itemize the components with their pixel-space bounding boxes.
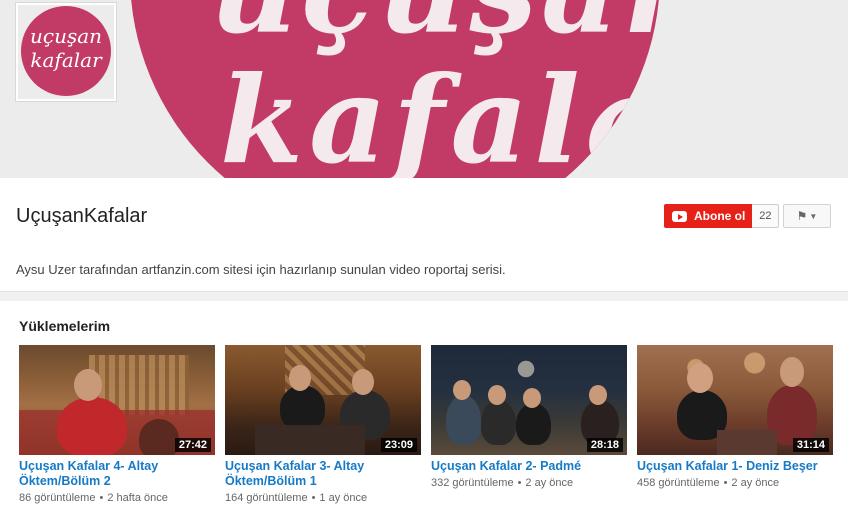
uploads-section: Yüklemelerim 27:42 Uçuşan Kafalar 4- Alt…: [0, 301, 848, 518]
upload-age: 2 ay önce: [731, 477, 780, 489]
channel-title[interactable]: UçuşanKafalar: [16, 205, 147, 228]
video-meta: 86 görüntüleme • 2 hafta önce: [19, 492, 215, 504]
meta-separator: •: [723, 477, 728, 489]
video-thumbnail[interactable]: 23:09: [225, 345, 421, 455]
subscribe-button[interactable]: Abone ol: [664, 204, 753, 228]
channel-header: UçuşanKafalar Abone ol 22 ⚑ ▼ Aysu Uzer …: [0, 178, 848, 292]
video-title-link[interactable]: Uçuşan Kafalar 1- Deniz Beşer: [637, 459, 833, 474]
video-title-link[interactable]: Uçuşan Kafalar 4- Altay Öktem/Bölüm 2: [19, 459, 215, 489]
banner-logo-circle: uçuşan kafalar: [130, 0, 660, 178]
meta-separator: •: [311, 492, 316, 504]
channel-description: Aysu Uzer tarafından artfanzin.com sites…: [16, 262, 506, 277]
upload-age: 2 ay önce: [525, 477, 574, 489]
video-meta: 458 görüntüleme • 2 ay önce: [637, 477, 833, 489]
view-count: 332 görüntüleme: [431, 477, 514, 489]
avatar-logo-line2: kafalar: [30, 48, 102, 72]
subscriber-count: 22: [752, 204, 780, 228]
video-duration: 27:42: [174, 438, 211, 452]
youtube-play-icon: [672, 210, 687, 222]
banner-logo-text-bottom: kafalar: [220, 50, 660, 178]
upload-age: 2 hafta önce: [107, 492, 168, 504]
view-count: 86 görüntüleme: [19, 492, 96, 504]
video-title-link[interactable]: Uçuşan Kafalar 3- Altay Öktem/Bölüm 1: [225, 459, 421, 489]
avatar-logo-line1: uçuşan: [29, 24, 103, 48]
subscribe-control: Abone ol 22: [664, 204, 780, 228]
video-duration: 31:14: [792, 438, 829, 452]
video-meta: 164 görüntüleme • 1 ay önce: [225, 492, 421, 504]
video-meta: 332 görüntüleme • 2 ay önce: [431, 477, 627, 489]
video-card: 23:09 Uçuşan Kafalar 3- Altay Öktem/Bölü…: [225, 345, 421, 504]
upload-age: 1 ay önce: [319, 492, 368, 504]
chevron-down-icon: ▼: [809, 211, 818, 221]
meta-separator: •: [99, 492, 104, 504]
video-card: 28:18 Uçuşan Kafalar 2- Padmé 332 görünt…: [431, 345, 627, 489]
video-duration: 28:18: [586, 438, 623, 452]
video-thumbnail[interactable]: 28:18: [431, 345, 627, 455]
flag-icon: ⚑: [796, 209, 808, 223]
section-title[interactable]: Yüklemelerim: [19, 318, 110, 334]
channel-banner: uçuşan kafalar: [0, 0, 848, 178]
avatar-image: uçuşan kafalar: [18, 5, 114, 99]
meta-separator: •: [517, 477, 522, 489]
video-duration: 23:09: [380, 438, 417, 452]
video-title-link[interactable]: Uçuşan Kafalar 2- Padmé: [431, 459, 627, 474]
video-card: 31:14 Uçuşan Kafalar 1- Deniz Beşer 458 …: [637, 345, 833, 489]
subscribe-label: Abone ol: [694, 209, 746, 223]
video-thumbnail[interactable]: 27:42: [19, 345, 215, 455]
avatar-logo: uçuşan kafalar: [21, 6, 111, 96]
view-count: 458 görüntüleme: [637, 477, 720, 489]
video-card: 27:42 Uçuşan Kafalar 4- Altay Öktem/Bölü…: [19, 345, 215, 504]
report-flag-button[interactable]: ⚑ ▼: [783, 204, 831, 228]
video-thumbnail[interactable]: 31:14: [637, 345, 833, 455]
channel-avatar[interactable]: uçuşan kafalar: [15, 2, 117, 102]
view-count: 164 görüntüleme: [225, 492, 308, 504]
